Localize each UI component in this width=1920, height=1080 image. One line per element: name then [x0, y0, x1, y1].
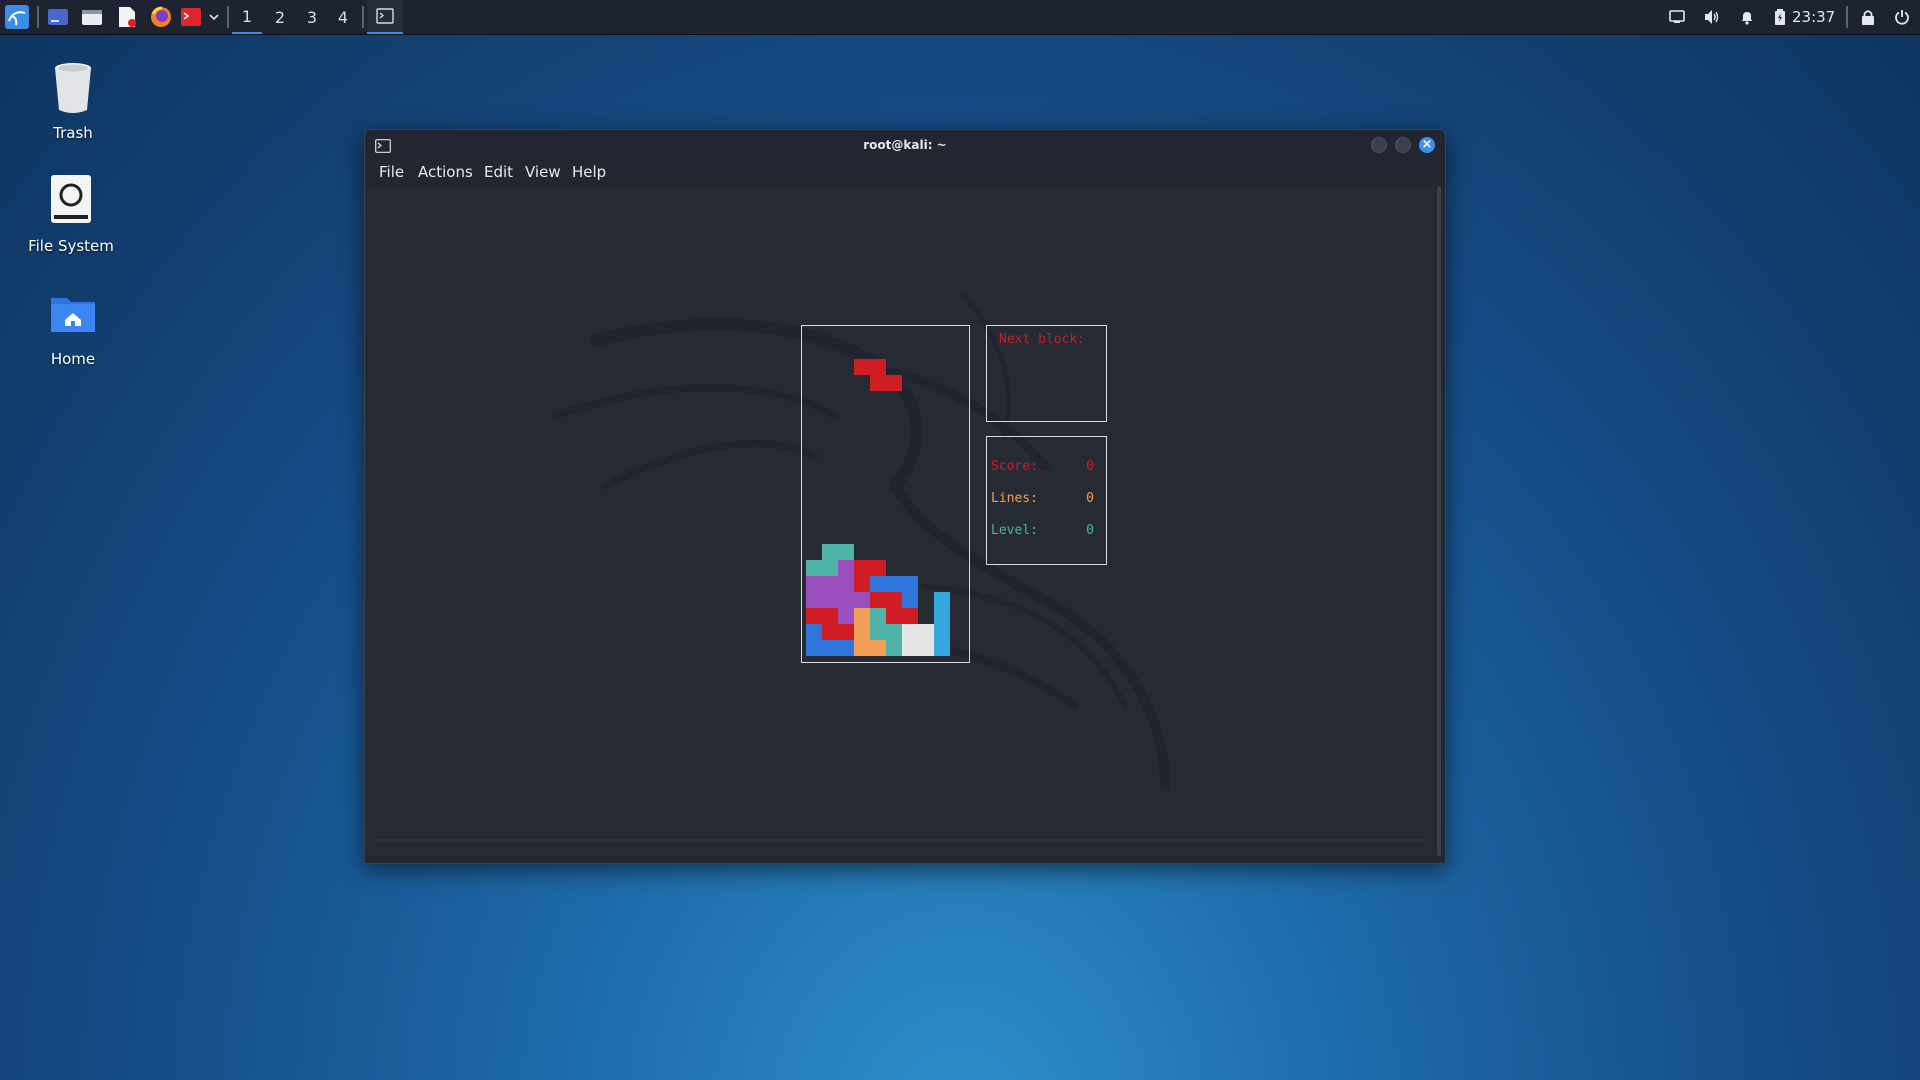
terminal-launcher-icon[interactable]	[178, 0, 204, 34]
home-folder-icon	[43, 284, 103, 344]
stacked-block	[854, 608, 870, 656]
next-block-panel: Next block:	[986, 325, 1107, 422]
menu-file[interactable]: File	[379, 163, 404, 181]
drive-icon	[41, 171, 101, 231]
battery-icon[interactable]	[1768, 0, 1792, 34]
menu-actions[interactable]: Actions	[418, 163, 473, 181]
desktop-icon-label: File System	[28, 237, 114, 255]
terminal-area[interactable]: Next block: Score: 0 Lines: 0 Level: 0	[365, 186, 1435, 856]
stacked-block	[902, 592, 918, 608]
trash-icon	[43, 58, 103, 118]
lines-value: 0	[1086, 491, 1094, 506]
stacked-block	[886, 608, 918, 624]
stacked-block	[870, 608, 886, 640]
stacked-block	[822, 624, 854, 640]
window-titlebar[interactable]: root@kali: ~ ×	[365, 130, 1445, 160]
panel-separator	[1846, 6, 1848, 28]
power-icon[interactable]	[1889, 0, 1915, 34]
terminal-window: root@kali: ~ × File Actions Edit View He…	[364, 129, 1446, 864]
workspace-3[interactable]: 3	[297, 0, 327, 34]
launcher-dropdown-icon[interactable]	[206, 0, 222, 34]
close-button[interactable]: ×	[1419, 137, 1435, 153]
stacked-block	[902, 624, 934, 656]
workspace-4[interactable]: 4	[328, 0, 358, 34]
falling-piece-block	[854, 359, 886, 375]
stacked-block	[822, 640, 854, 656]
show-desktop-icon[interactable]	[44, 0, 72, 34]
desktop-icon-trash[interactable]: Trash	[18, 58, 128, 142]
stacked-block	[870, 576, 918, 592]
desktop-icon-file-system[interactable]: File System	[16, 171, 126, 255]
score-value: 0	[1086, 459, 1094, 474]
level-value: 0	[1086, 523, 1094, 538]
stacked-block	[822, 544, 854, 560]
workspace-1[interactable]: 1	[232, 0, 262, 34]
menu-view[interactable]: View	[525, 163, 561, 181]
clock[interactable]: 23:37	[1792, 0, 1835, 34]
firefox-icon[interactable]	[147, 0, 175, 34]
stacked-block	[934, 592, 950, 656]
score-label: Score:	[991, 459, 1038, 474]
stats-panel: Score: 0 Lines: 0 Level: 0	[986, 436, 1107, 565]
menu-help[interactable]: Help	[572, 163, 606, 181]
stacked-block	[806, 608, 838, 624]
file-manager-icon[interactable]	[78, 0, 106, 34]
panel-separator	[362, 6, 364, 28]
falling-piece-block	[870, 375, 902, 391]
next-block-label: Next block:	[999, 332, 1086, 347]
lock-icon[interactable]	[1856, 0, 1880, 34]
text-editor-icon[interactable]	[113, 0, 141, 34]
volume-icon[interactable]	[1699, 0, 1725, 34]
stacked-block	[838, 560, 854, 576]
stacked-block	[870, 592, 902, 608]
stacked-block	[854, 592, 870, 608]
minimize-button[interactable]	[1371, 137, 1387, 153]
menu-bar: File Actions Edit View Help	[365, 160, 1445, 186]
stacked-block	[886, 624, 902, 656]
stacked-block	[806, 560, 838, 576]
workspace-2[interactable]: 2	[265, 0, 295, 34]
desktop-icon-label: Home	[50, 350, 96, 368]
kali-menu-icon[interactable]	[2, 0, 32, 34]
lines-label: Lines:	[991, 491, 1038, 506]
taskbar-terminal-button[interactable]	[367, 0, 403, 34]
maximize-button[interactable]	[1395, 137, 1411, 153]
window-title: root@kali: ~	[863, 138, 947, 152]
desktop-icon-label: Trash	[53, 124, 93, 142]
stacked-block	[854, 560, 870, 592]
panel-separator	[37, 6, 39, 28]
stacked-block	[870, 560, 886, 576]
level-label: Level:	[991, 523, 1038, 538]
display-icon[interactable]	[1664, 0, 1690, 34]
notifications-icon[interactable]	[1734, 0, 1760, 34]
close-icon: ×	[1421, 137, 1433, 152]
vertical-scrollbar[interactable]	[1437, 186, 1441, 856]
stacked-block	[806, 624, 822, 656]
stacked-block	[870, 640, 886, 656]
terminal-icon	[376, 8, 394, 24]
top-panel: 1 2 3 4 23:37	[0, 0, 1920, 34]
desktop-icon-home[interactable]: Home	[18, 284, 128, 368]
panel-separator	[227, 6, 229, 28]
menu-edit[interactable]: Edit	[484, 163, 513, 181]
horizontal-scrollbar[interactable]	[375, 839, 1425, 842]
